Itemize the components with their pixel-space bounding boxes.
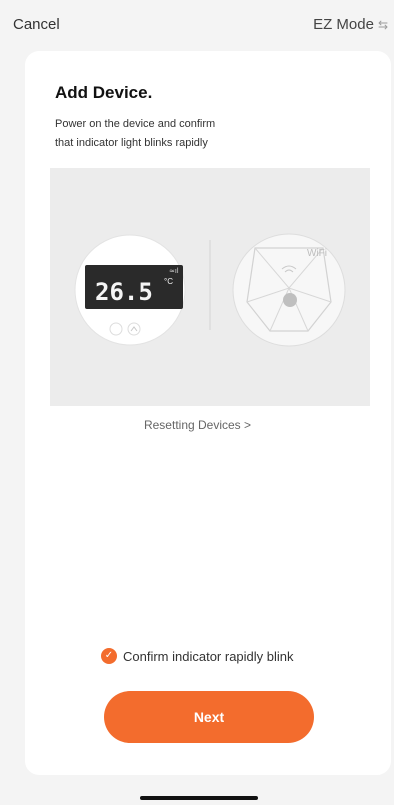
confirm-label: Confirm indicator rapidly blink — [123, 648, 294, 664]
instruction-line: Power on the device and confirm — [55, 118, 216, 130]
cancel-button[interactable]: Cancel — [13, 16, 60, 33]
add-device-screen: Cancel EZ Mode ⇆ Add Device. Power on th… — [0, 0, 394, 805]
mode-label: EZ Mode — [313, 16, 374, 33]
home-indicator — [140, 796, 258, 800]
mode-switch-button[interactable]: EZ Mode ⇆ — [313, 16, 388, 33]
checkmark-icon[interactable]: ✓ — [101, 648, 117, 664]
chevron-up-icon — [127, 322, 141, 336]
resetting-devices-link[interactable]: Resetting Devices > — [25, 418, 370, 432]
router-circle — [232, 233, 346, 347]
fan-icon — [109, 322, 123, 336]
page-title: Add Device. — [55, 83, 153, 102]
thermostat-unit-text: °C — [164, 277, 173, 286]
wifi-label: WiFi — [307, 248, 327, 259]
add-device-card: Add Device. Power on the device and conf… — [25, 51, 391, 775]
next-button[interactable]: Next — [104, 691, 314, 743]
swap-horizontal-icon: ⇆ — [377, 17, 388, 32]
signal-icon: ≈ıl — [169, 267, 179, 275]
instruction-text: Power on the device and confirm that ind… — [55, 115, 325, 153]
top-bar: Cancel EZ Mode ⇆ — [0, 0, 394, 50]
illustration-graphic: 26.5 °C ≈ıl WiFi — [74, 233, 346, 347]
indicator-light — [283, 293, 297, 307]
instruction-line: that indicator light blinks rapidly — [55, 137, 208, 149]
thermostat-reading-text: 26.5 — [95, 278, 153, 306]
confirm-indicator-checkbox[interactable]: ✓ Confirm indicator rapidly blink — [101, 648, 294, 664]
device-illustration: 26.5 °C ≈ıl WiFi — [50, 168, 370, 406]
